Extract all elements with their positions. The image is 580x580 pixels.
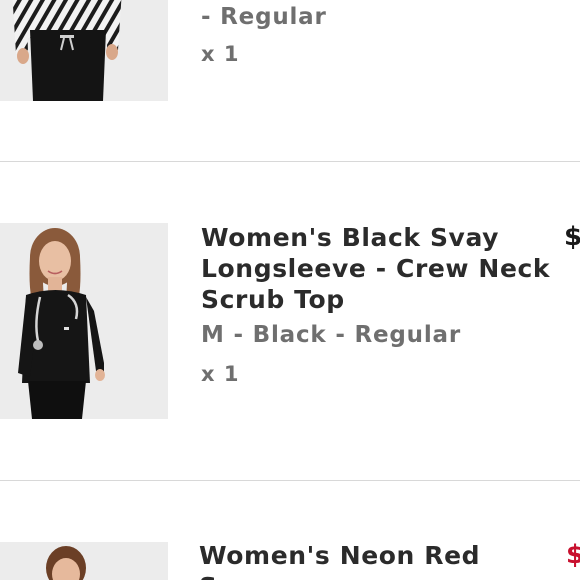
item-divider <box>0 480 580 481</box>
cart-item[interactable]: Women's Neon Red Svay $ <box>0 482 580 580</box>
price-text: $ <box>566 540 580 570</box>
cart-item-list: - Regular x 1 Women's Black Svay Longsle… <box>0 0 580 580</box>
cart-item[interactable]: Women's Black Svay Longsleeve - Crew Nec… <box>0 162 580 482</box>
product-image[interactable] <box>0 542 168 580</box>
quantity-text: x 1 <box>201 362 240 386</box>
cart-item[interactable]: - Regular x 1 <box>0 0 580 162</box>
product-title[interactable]: Women's Neon Red Svay <box>199 540 549 580</box>
product-title[interactable]: Women's Black Svay Longsleeve - Crew Nec… <box>201 222 551 315</box>
quantity-text: x 1 <box>201 42 240 66</box>
variant-text: M - Black - Regular <box>201 322 461 348</box>
variant-text: - Regular <box>201 4 327 30</box>
price-text: $ <box>564 222 580 252</box>
product-image[interactable] <box>0 0 168 101</box>
product-image[interactable] <box>0 223 168 419</box>
